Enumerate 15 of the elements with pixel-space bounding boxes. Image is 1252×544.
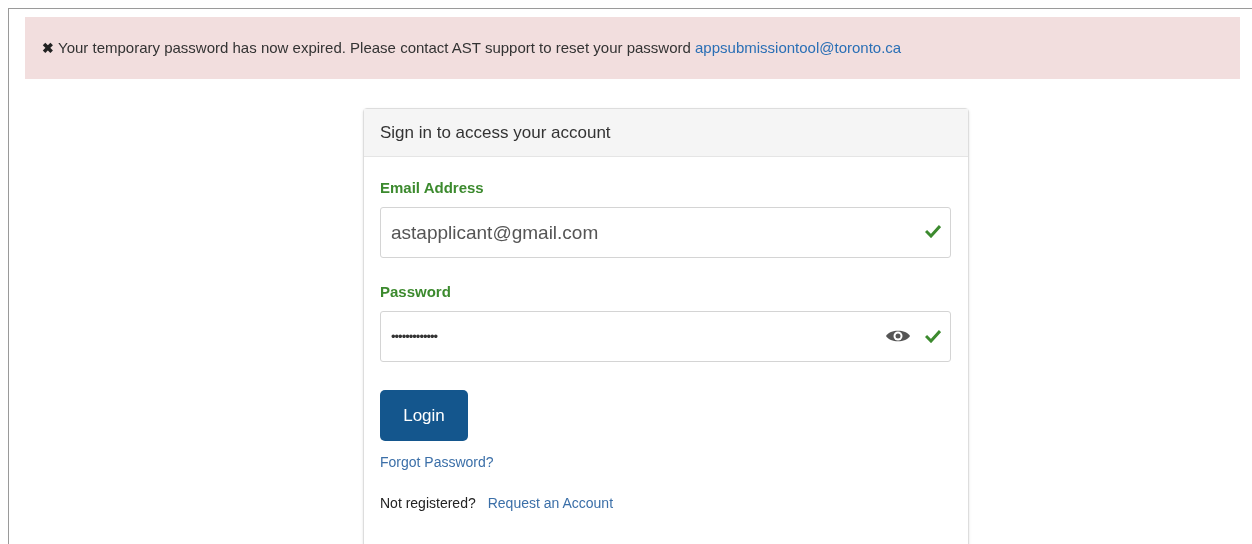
- card-title: Sign in to access your account: [380, 121, 611, 144]
- check-icon: [925, 329, 941, 343]
- close-icon[interactable]: ✖: [42, 37, 54, 59]
- forgot-password-link[interactable]: Forgot Password?: [380, 452, 494, 473]
- eye-icon[interactable]: [885, 328, 911, 344]
- field-label: Password: [380, 282, 452, 301]
- alert-message: Your temporary password has now expired. Please contact AST support to reset your password appsubmissiontool@toronto.ca: [58, 37, 902, 58]
- field-label: Email Address: [380, 178, 485, 197]
- check-icon: [925, 224, 941, 238]
- login-button[interactable]: Login: [380, 390, 468, 441]
- password-field[interactable]: •••••••••••••: [380, 311, 951, 362]
- request-account-link[interactable]: Request an Account: [487, 493, 614, 514]
- register-prompt: Not registered?: [380, 494, 476, 513]
- email-field[interactable]: astapplicant@gmail.com: [380, 207, 951, 258]
- email-link[interactable]: appsubmissiontool@toronto.ca: [695, 38, 902, 56]
